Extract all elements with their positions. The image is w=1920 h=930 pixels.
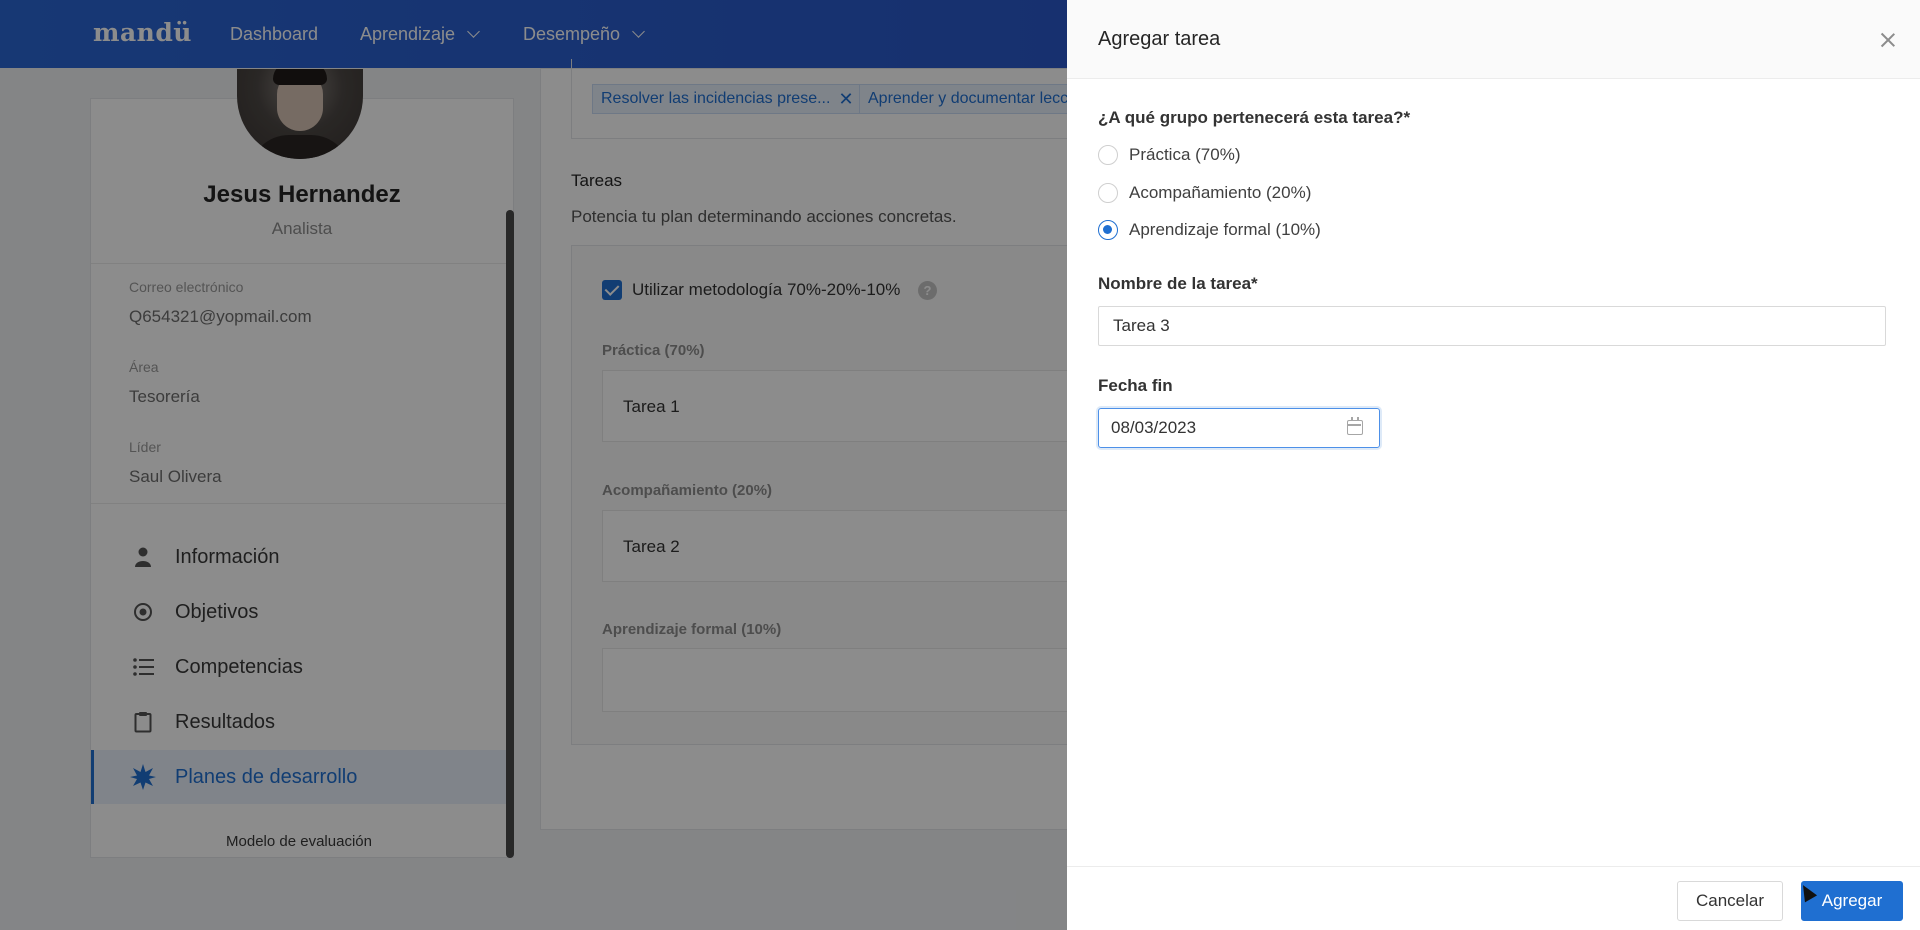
close-icon[interactable] <box>1879 31 1897 49</box>
add-button[interactable]: Agregar <box>1801 881 1903 921</box>
group-question-label: ¿A qué grupo pertenecerá esta tarea?* <box>1098 108 1411 127</box>
radio-option-aprendizaje-formal[interactable]: Aprendizaje formal (10%) <box>1098 220 1321 240</box>
calendar-icon[interactable] <box>1347 417 1363 435</box>
task-name-input[interactable] <box>1098 306 1886 346</box>
drawer-header: Agregar tarea <box>1067 0 1920 79</box>
radio-button-selected[interactable] <box>1098 220 1118 240</box>
cancel-button[interactable]: Cancelar <box>1677 881 1783 921</box>
radio-button[interactable] <box>1098 183 1118 203</box>
end-date-input[interactable] <box>1111 417 1331 439</box>
radio-button[interactable] <box>1098 145 1118 165</box>
add-task-drawer: Agregar tarea ¿A qué grupo pertenecerá e… <box>1067 0 1920 930</box>
radio-label: Aprendizaje formal (10%) <box>1129 220 1321 239</box>
task-name-label: Nombre de la tarea* <box>1098 274 1258 293</box>
radio-label: Práctica (70%) <box>1129 145 1241 164</box>
drawer-title: Agregar tarea <box>1098 28 1221 50</box>
drawer-footer: Cancelar Agregar <box>1067 866 1920 930</box>
radio-option-acompanamiento[interactable]: Acompañamiento (20%) <box>1098 183 1311 203</box>
radio-label: Acompañamiento (20%) <box>1129 183 1312 202</box>
radio-option-practica[interactable]: Práctica (70%) <box>1098 145 1240 165</box>
end-date-label: Fecha fin <box>1098 376 1173 395</box>
end-date-picker[interactable] <box>1098 408 1380 448</box>
